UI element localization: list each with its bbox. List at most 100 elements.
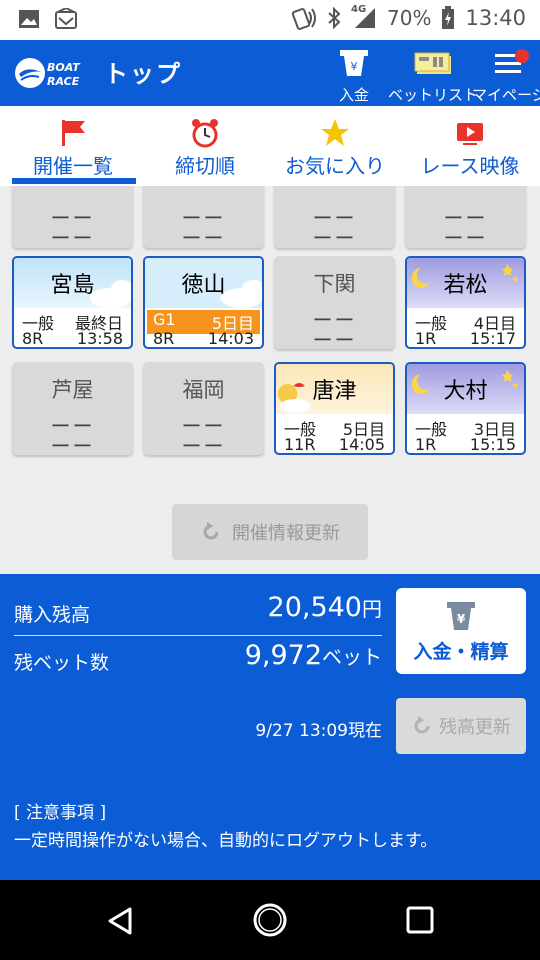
- venue-dash: ーー: [312, 226, 357, 248]
- tab-deadline-label: 締切順: [175, 154, 235, 178]
- balance-timestamp: 9/27 13:09現在: [255, 721, 382, 741]
- venue-card-partial[interactable]: ーー ーー: [405, 186, 526, 248]
- venue-time: 13:58: [76, 329, 123, 348]
- venue-race: 1R: [415, 329, 437, 348]
- logo-text-boat: BOAT: [47, 61, 81, 74]
- venue-name: 芦屋: [51, 378, 94, 402]
- video-icon: [457, 123, 483, 145]
- venue-name: 徳山: [181, 273, 226, 298]
- home-icon[interactable]: [252, 902, 288, 938]
- clock: 13:40: [465, 6, 526, 30]
- ticket-icon: [414, 52, 451, 74]
- mypage-button[interactable]: マイページ: [472, 48, 540, 105]
- venue-card-partial[interactable]: ーー ーー: [274, 186, 395, 248]
- page-title: トップ: [104, 60, 182, 88]
- tab-favorites[interactable]: お気に入り: [270, 106, 400, 186]
- venue-race: 8R: [153, 329, 175, 348]
- venue-dash: ーー: [181, 434, 226, 455]
- venue-name: 福岡: [182, 378, 225, 402]
- system-nav-bar: [0, 880, 540, 960]
- deposit-header-label: 入金: [338, 86, 369, 104]
- status-bar: 4G 70% 13:40: [0, 0, 540, 40]
- purchase-balance-row: 購入残高 20,540円: [14, 592, 382, 627]
- venue-time: 15:17: [469, 329, 516, 348]
- menu-icon: [495, 49, 530, 73]
- betlist-button[interactable]: ベットリスト: [388, 48, 478, 105]
- active-tab-indicator: [12, 178, 136, 184]
- balance-panel: 購入残高 20,540円 残ベット数 9,972ベット ¥ 入金・精算 9/27…: [0, 574, 540, 880]
- nfc-icon: [291, 8, 317, 30]
- venue-card-shimonoseki[interactable]: 下関 ーー ーー: [274, 256, 395, 349]
- deposit-icon: ¥: [340, 50, 368, 76]
- venue-card-tokuyama[interactable]: 徳山 G1 5日目 8R 14:03: [143, 256, 264, 349]
- battery-charging-icon: [442, 6, 455, 29]
- battery-percent: 70%: [387, 6, 432, 30]
- app-header: BOAT RACE トップ ¥ 入金 ベットリスト マイページ: [0, 40, 540, 106]
- signal-icon: [355, 8, 376, 28]
- venue-card-partial[interactable]: ーー ーー: [12, 186, 133, 248]
- boat-app-notification-icon: [55, 8, 77, 29]
- venue-dash: ーー: [312, 328, 357, 349]
- venue-race: 11R: [284, 435, 316, 454]
- purchase-balance-label: 購入残高: [14, 604, 91, 626]
- venue-card-omura[interactable]: 大村 一般 3日目 1R 15:15: [405, 362, 526, 455]
- venue-card-miyajima[interactable]: 宮島 一般 最終日 8R 13:58: [12, 256, 133, 349]
- remaining-bets-label: 残ベット数: [14, 652, 110, 674]
- tab-schedule[interactable]: 開催一覧: [0, 106, 146, 186]
- tab-bar: 開催一覧 締切順 お気に入り レース映像: [0, 106, 540, 186]
- venue-dash: ーー: [443, 226, 488, 248]
- logo-text-race: RACE: [47, 75, 80, 88]
- purchase-balance-value-wrap: 20,540円: [268, 592, 382, 623]
- tab-favorites-label: お気に入り: [285, 154, 385, 178]
- remaining-bets-value-wrap: 9,972ベット: [245, 640, 382, 671]
- venue-race: 8R: [22, 329, 44, 348]
- venue-race-row: 11R 14:05: [284, 435, 385, 454]
- venue-time: 15:15: [469, 435, 516, 454]
- tab-schedule-label: 開催一覧: [33, 154, 113, 178]
- notice-body: 一定時間操作がない場合、自動的にログアウトします。: [14, 831, 438, 851]
- refresh-balance-button[interactable]: 残高更新: [396, 698, 526, 754]
- venue-name: 宮島: [50, 273, 95, 298]
- signal-indicator: 4G: [351, 4, 377, 30]
- svg-text:¥: ¥: [457, 612, 466, 626]
- refresh-balance-label: 残高更新: [439, 717, 511, 738]
- remaining-bets-unit: ベット: [322, 645, 382, 669]
- refresh-icon: [203, 522, 219, 540]
- balance-divider: [14, 635, 382, 636]
- refresh-icon: [414, 716, 430, 734]
- remaining-bets-value: 9,972: [244, 640, 322, 671]
- boat-race-logo[interactable]: BOAT RACE: [14, 54, 86, 92]
- venue-name: 大村: [443, 379, 488, 404]
- notice-title: [ 注意事項 ]: [14, 803, 107, 823]
- tab-deadline[interactable]: 締切順: [134, 106, 276, 186]
- back-icon[interactable]: [106, 906, 136, 936]
- venue-card-ashiya[interactable]: 芦屋 ーー ーー: [12, 362, 133, 455]
- star-icon: [321, 119, 349, 146]
- mypage-label: マイページ: [472, 86, 540, 104]
- deposit-settle-button[interactable]: ¥ 入金・精算: [396, 588, 526, 674]
- venue-dash: ーー: [181, 226, 226, 248]
- deposit-settle-label: 入金・精算: [413, 641, 509, 663]
- venue-card-fukuoka[interactable]: 福岡 ーー ーー: [143, 362, 264, 455]
- refresh-schedule-button[interactable]: 開催情報更新: [172, 504, 368, 560]
- deposit-icon: ¥: [447, 602, 475, 630]
- bluetooth-icon: [328, 7, 341, 29]
- recents-icon[interactable]: [406, 906, 434, 934]
- purchase-balance-value: 20,540: [267, 592, 362, 623]
- gallery-icon: [19, 10, 39, 28]
- purchase-balance-unit: 円: [362, 597, 382, 621]
- venue-card-karatsu[interactable]: 唐津 一般 5日目 11R 14:05: [274, 362, 395, 455]
- deposit-header-button[interactable]: ¥ 入金: [334, 48, 374, 105]
- venue-dash: ーー: [50, 434, 95, 455]
- venue-race-row: 1R 15:15: [415, 435, 516, 454]
- venue-card-wakamatsu[interactable]: 若松 一般 4日目 1R 15:17: [405, 256, 526, 349]
- tab-race-video[interactable]: レース映像: [400, 106, 540, 186]
- remaining-bets-row: 残ベット数 9,972ベット: [14, 640, 382, 675]
- venue-dash: ーー: [50, 226, 95, 248]
- venue-card-partial[interactable]: ーー ーー: [143, 186, 264, 248]
- venue-name: 若松: [443, 273, 488, 298]
- flag-icon: [62, 120, 85, 146]
- venue-time: 14:03: [207, 329, 254, 348]
- refresh-schedule-label: 開催情報更新: [232, 523, 340, 544]
- venue-time: 14:05: [338, 435, 385, 454]
